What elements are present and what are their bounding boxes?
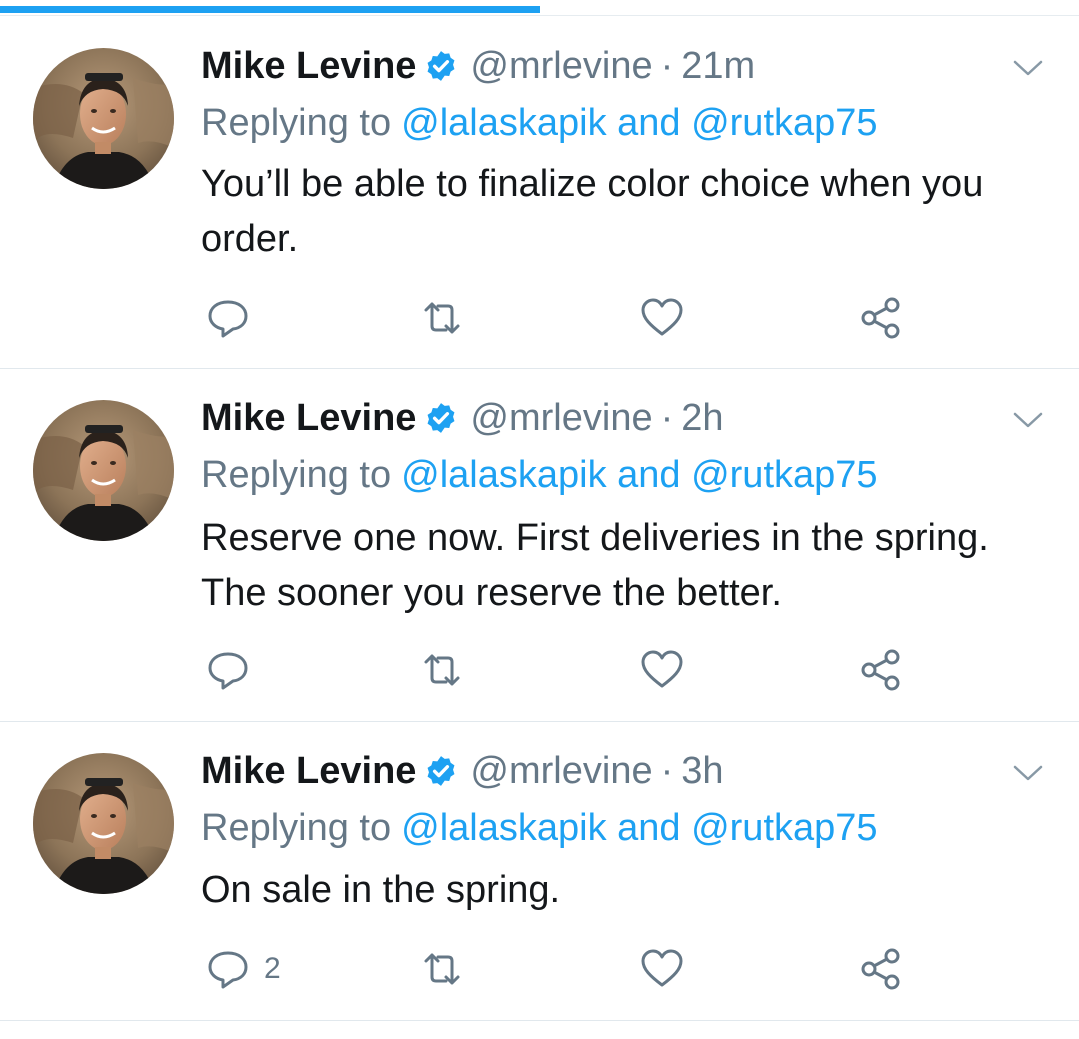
retweet-button[interactable] [420,648,464,692]
retweet-icon [424,302,460,334]
replying-to-label: Replying to [201,101,392,144]
reply-icon [208,951,248,989]
like-button[interactable] [640,947,684,991]
tweet-text: You’ll be able to finalize color choice … [201,163,984,260]
tweet-actions [0,296,1079,340]
author-handle[interactable]: @mrlevine [470,750,652,793]
tweet-timestamp[interactable]: 3h [681,750,723,793]
verified-badge-icon [424,49,458,83]
tweet-timestamp[interactable]: 2h [681,397,723,440]
loading-progress-fill [0,6,540,13]
like-button[interactable] [640,648,684,692]
replying-to-label: Replying to [201,806,392,849]
reply-icon [208,300,248,338]
author-handle[interactable]: @mrlevine [470,397,652,440]
separator: · [660,749,674,792]
reply-count: 2 [264,952,281,985]
tweet-header: Mike Levine @mrlevine · 21m [201,44,755,88]
author-name[interactable]: Mike Levine [201,750,416,793]
reply-button[interactable]: 2 [206,947,281,991]
verified-badge-icon [424,401,458,435]
reply-icon [208,652,248,690]
replying-to-label: Replying to [201,453,392,496]
replying-to-users[interactable]: @lalaskapik and @rutkap75 [401,807,877,850]
replying-to-users[interactable]: @lalaskapik and @rutkap75 [401,102,877,145]
avatar[interactable] [33,400,174,541]
avatar[interactable] [33,753,174,894]
like-button[interactable] [640,296,684,340]
replying-to: Replying to @lalaskapik and @rutkap75 [201,453,878,497]
tweet-header: Mike Levine @mrlevine · 2h [201,396,724,440]
share-icon [861,948,900,990]
share-button[interactable] [859,947,903,991]
share-icon [861,297,900,339]
share-button[interactable] [859,648,903,692]
tweet-text: On sale in the spring. [201,869,561,911]
tweet-timestamp[interactable]: 21m [681,45,755,88]
verified-badge-icon [424,754,458,788]
share-button[interactable] [859,296,903,340]
retweet-button[interactable] [420,947,464,991]
loading-progress-bar [0,0,1079,16]
replying-to-users[interactable]: @lalaskapik and @rutkap75 [401,454,877,497]
retweet-button[interactable] [420,296,464,340]
retweet-icon [424,654,460,686]
heart-icon [641,650,683,688]
heart-icon [641,949,683,987]
replying-to: Replying to @lalaskapik and @rutkap75 [201,101,878,145]
chevron-down-icon[interactable] [1013,764,1043,782]
tweet[interactable]: Mike Levine @mrlevine · 3h Replying to @… [0,722,1079,1021]
tweet-text: Reserve one now. First deliveries in the… [201,517,989,614]
author-handle[interactable]: @mrlevine [470,45,652,88]
chevron-down-icon[interactable] [1013,411,1043,429]
chevron-down-icon[interactable] [1013,59,1043,77]
replying-to: Replying to @lalaskapik and @rutkap75 [201,806,878,850]
heart-icon [641,298,683,336]
reply-button[interactable] [206,648,264,692]
share-icon [861,649,900,691]
tweet[interactable]: Mike Levine @mrlevine · 21m Replying to … [0,17,1079,369]
reply-button[interactable] [206,296,264,340]
tweet-header: Mike Levine @mrlevine · 3h [201,749,724,793]
tweet-actions [0,648,1079,692]
separator: · [660,44,674,87]
author-name[interactable]: Mike Levine [201,45,416,88]
avatar[interactable] [33,48,174,189]
separator: · [660,396,674,439]
tweet-actions: 2 [0,947,1079,991]
retweet-icon [424,953,460,985]
tweet[interactable]: Mike Levine @mrlevine · 2h Replying to @… [0,369,1079,722]
author-name[interactable]: Mike Levine [201,397,416,440]
